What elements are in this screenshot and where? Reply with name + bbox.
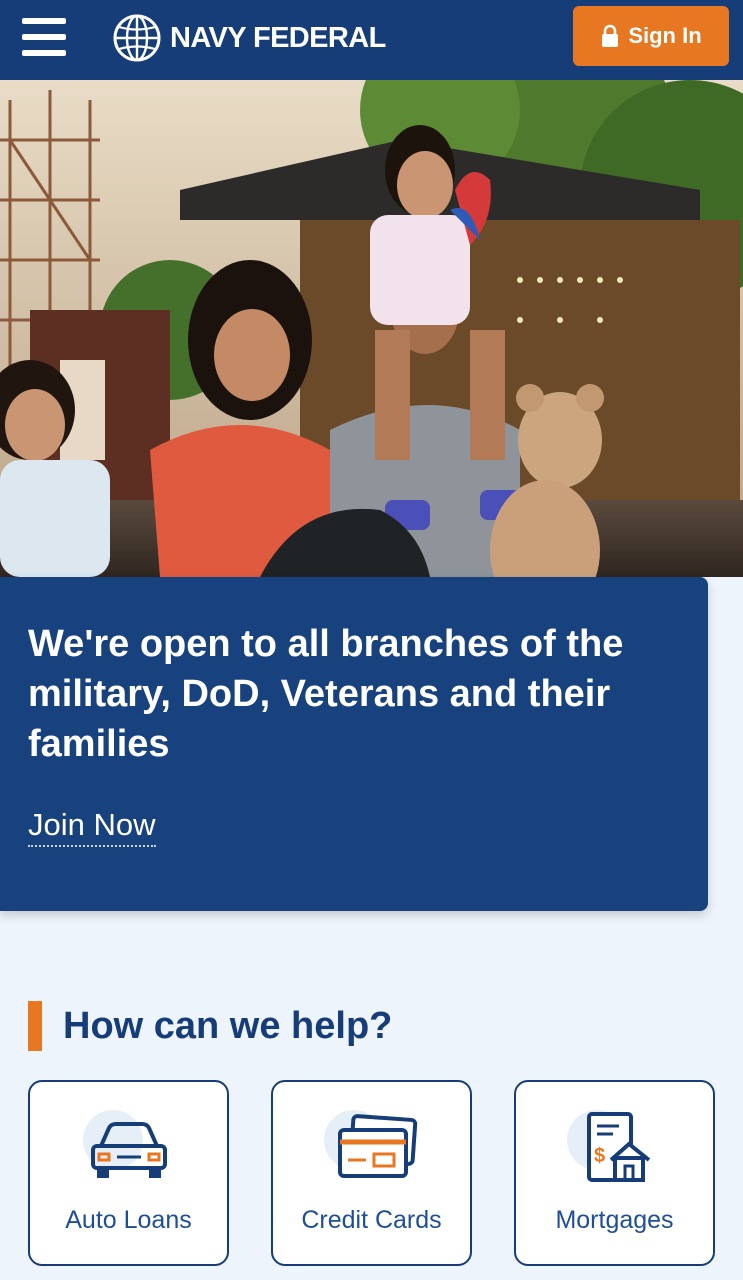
- credit-cards-tile[interactable]: Credit Cards: [271, 1080, 472, 1266]
- navy-federal-logo[interactable]: NAVY FEDERAL: [112, 12, 386, 64]
- car-icon: [82, 1110, 167, 1178]
- auto-loans-label: Auto Loans: [65, 1206, 192, 1234]
- sign-in-label: Sign In: [628, 23, 702, 48]
- sign-in-button[interactable]: Sign In: [573, 6, 729, 66]
- globe-icon: [113, 14, 161, 62]
- logo-text: NAVY FEDERAL: [170, 21, 386, 54]
- help-section-title: How can we help?: [63, 1005, 393, 1047]
- mortgage-house-icon: $: [566, 1110, 650, 1182]
- promo-card: We're open to all branches of the milita…: [0, 577, 708, 911]
- svg-text:$: $: [594, 1145, 605, 1167]
- mortgages-label: Mortgages: [555, 1206, 674, 1234]
- credit-cards-label: Credit Cards: [301, 1206, 442, 1234]
- auto-loans-tile[interactable]: Auto Loans: [28, 1080, 229, 1266]
- lock-icon: [602, 24, 619, 47]
- site-header: NAVY FEDERAL Sign In: [0, 0, 743, 80]
- join-now-link[interactable]: Join Now: [28, 807, 156, 847]
- section-accent-bar: [28, 1001, 42, 1051]
- mortgages-tile[interactable]: $ Mortgages: [514, 1080, 715, 1266]
- hamburger-menu-icon[interactable]: [22, 18, 66, 56]
- hero-image: [0, 80, 743, 577]
- promo-headline: We're open to all branches of the milita…: [28, 623, 624, 765]
- credit-card-icon: [323, 1110, 417, 1178]
